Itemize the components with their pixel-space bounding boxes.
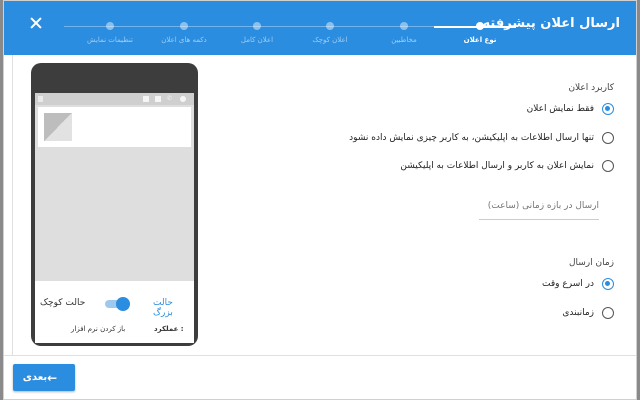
signal-icon xyxy=(38,96,43,102)
radio-checked[interactable] xyxy=(602,278,614,290)
option-label: فقط نمایش اعلان xyxy=(526,104,594,114)
stepper: نوع اعلان مخاطبین اعلان کوچک اعلان کامل … xyxy=(64,22,516,52)
message-icon xyxy=(155,96,161,102)
step-label: مخاطبین xyxy=(391,36,417,44)
preview-size-toggle[interactable] xyxy=(105,297,130,311)
step-small-notification[interactable]: اعلان کوچک xyxy=(290,22,370,44)
usage-option-data-only[interactable]: تنها ارسال اطلاعات به اپلیکیشن، به کاربر… xyxy=(349,130,614,146)
step-dot xyxy=(106,22,114,30)
radio-unchecked[interactable] xyxy=(602,132,614,144)
step-dot xyxy=(400,22,408,30)
step-label: اعلان کوچک xyxy=(312,36,348,44)
step-dot xyxy=(476,22,484,30)
step-dot xyxy=(180,22,188,30)
status-bar: ✆ xyxy=(35,93,194,105)
image-placeholder-icon xyxy=(44,113,72,141)
step-display-settings[interactable]: تنظیمات نمایش xyxy=(70,22,150,44)
next-button[interactable]: بعدی ← xyxy=(13,364,75,391)
cast-icon xyxy=(143,96,149,102)
alarm-icon xyxy=(180,96,186,102)
step-label: اعلان کامل xyxy=(240,36,274,44)
radio-checked[interactable] xyxy=(602,103,614,115)
radio-unchecked[interactable] xyxy=(602,307,614,319)
usage-title: کاربرد اعلان xyxy=(568,83,614,93)
radio-unchecked[interactable] xyxy=(602,160,614,172)
dialog-content: ✆ حالت بزرگ حالت کوچک عملکرد : باز کردن … xyxy=(4,55,636,355)
usage-option-show-only[interactable]: فقط نمایش اعلان xyxy=(527,101,614,117)
step-label: نوع اعلان xyxy=(463,36,497,44)
phone-preview: ✆ حالت بزرگ حالت کوچک عملکرد : باز کردن … xyxy=(31,63,198,346)
small-mode-label[interactable]: حالت کوچک xyxy=(40,298,85,308)
dialog-footer: بعدی ← xyxy=(4,355,636,399)
send-notification-dialog: ارسال اعلان پیشرفته نوع اعلان مخاطبین اع… xyxy=(3,0,637,400)
send-time-asap[interactable]: در اسرع وقت xyxy=(542,276,614,292)
step-dot xyxy=(253,22,261,30)
send-time-schedule[interactable]: زمانبندی xyxy=(562,305,614,321)
step-audience[interactable]: مخاطبین xyxy=(364,22,444,44)
option-label: زمانبندی xyxy=(562,308,594,318)
step-full-notification[interactable]: اعلان کامل xyxy=(217,22,297,44)
arrow-left-icon: ← xyxy=(47,370,58,385)
action-value: باز کردن نرم افزار xyxy=(71,325,126,333)
option-label: نمایش اعلان به کاربر و ارسال اطلاعات به … xyxy=(400,161,594,171)
divider xyxy=(12,55,13,355)
toggle-knob xyxy=(116,297,130,311)
large-mode-label[interactable]: حالت بزرگ xyxy=(153,298,194,318)
send-time-title: زمان ارسال xyxy=(568,258,614,268)
step-label: تنظیمات نمایش xyxy=(87,36,133,44)
dialog-header: ارسال اعلان پیشرفته نوع اعلان مخاطبین اع… xyxy=(4,1,636,55)
step-notification-type[interactable]: نوع اعلان xyxy=(440,22,520,44)
next-label: بعدی xyxy=(22,372,48,383)
step-notification-buttons[interactable]: دکمه های اعلان xyxy=(144,22,224,44)
preview-mode-switch: حالت بزرگ حالت کوچک xyxy=(35,296,194,318)
notification-preview xyxy=(38,107,191,147)
duration-input[interactable] xyxy=(479,192,599,220)
step-dot xyxy=(326,22,334,30)
option-label: در اسرع وقت xyxy=(542,279,594,289)
action-label: عملکرد : xyxy=(154,325,184,333)
step-label: دکمه های اعلان xyxy=(161,36,207,44)
usage-option-show-and-data[interactable]: نمایش اعلان به کاربر و ارسال اطلاعات به … xyxy=(400,158,614,174)
phone-icon: ✆ xyxy=(167,95,173,102)
option-label: تنها ارسال اطلاعات به اپلیکیشن، به کاربر… xyxy=(349,133,594,143)
close-icon[interactable] xyxy=(28,15,44,31)
